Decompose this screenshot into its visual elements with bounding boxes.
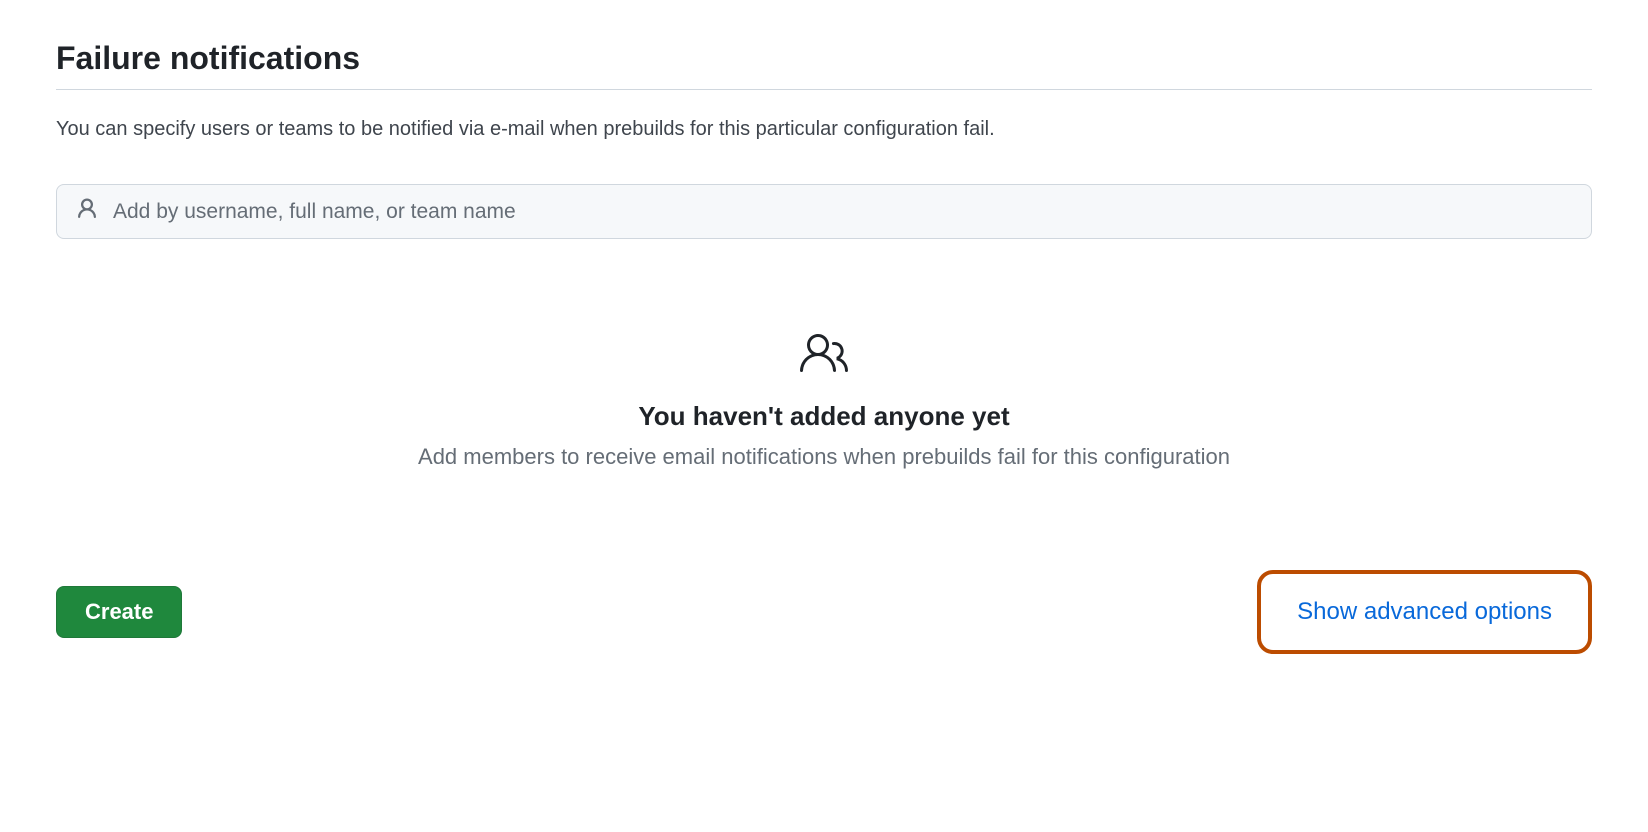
- people-icon: [56, 329, 1592, 377]
- empty-state-title: You haven't added anyone yet: [56, 401, 1592, 432]
- advanced-options-highlight: Show advanced options: [1257, 570, 1592, 654]
- person-icon: [75, 197, 113, 226]
- show-advanced-options-link[interactable]: Show advanced options: [1297, 598, 1552, 625]
- section-title: Failure notifications: [56, 40, 1592, 90]
- section-description: You can specify users or teams to be not…: [56, 114, 1592, 144]
- footer: Create Show advanced options: [56, 570, 1592, 654]
- empty-state: You haven't added anyone yet Add members…: [56, 329, 1592, 470]
- user-search-input[interactable]: [113, 200, 1573, 224]
- user-search-field[interactable]: [56, 184, 1592, 239]
- empty-state-subtitle: Add members to receive email notificatio…: [56, 444, 1592, 470]
- create-button[interactable]: Create: [56, 586, 182, 638]
